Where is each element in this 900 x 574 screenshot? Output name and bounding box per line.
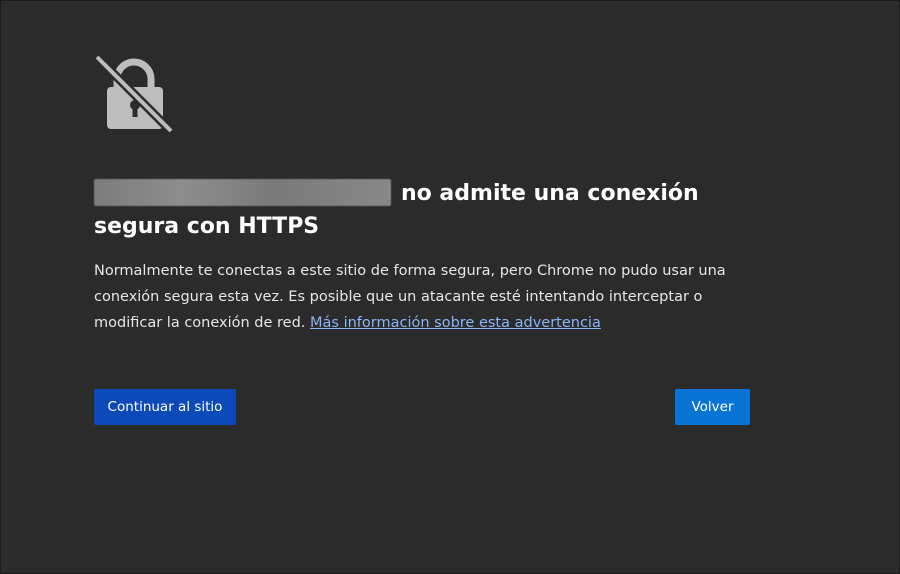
page-title: no admite una conexión segura con HTTPS	[94, 177, 754, 243]
lock-crossed-icon	[93, 53, 175, 135]
redacted-site-name	[94, 179, 391, 206]
interstitial-page: no admite una conexión segura con HTTPS …	[0, 0, 900, 574]
warning-description: Normalmente te conectas a este sitio de …	[94, 258, 754, 336]
back-button[interactable]: Volver	[675, 389, 750, 425]
learn-more-link[interactable]: Más información sobre esta advertencia	[310, 315, 601, 331]
continue-to-site-button[interactable]: Continuar al sitio	[94, 389, 236, 425]
